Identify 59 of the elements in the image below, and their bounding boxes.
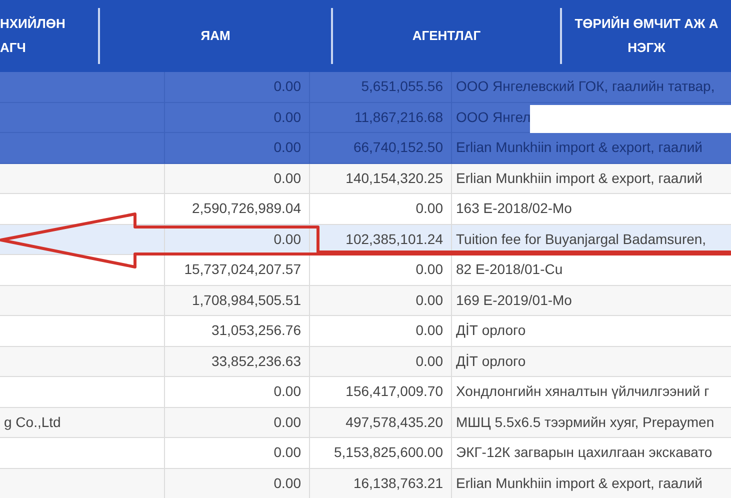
column-header: НЭГЖ <box>628 39 666 57</box>
table-cell-text: МШЦ 5.5x6.5 тээрмийн хуяг, Prepaymen <box>456 412 714 432</box>
table-row[interactable]: 2,590,726,989.04 0.00 163 E-2018/02-Mo <box>0 194 731 224</box>
table-cell-text: 169 E-2019/01-Mo <box>456 290 572 310</box>
table-cell-text: 31,053,256.76 <box>211 321 301 340</box>
table-cell-text: 2,590,726,989.04 <box>192 199 301 218</box>
table-cell-text: ООО Янгел <box>456 108 531 127</box>
table-cell-text: 0.00 <box>416 260 443 280</box>
column-header: АГЕНТЛАГ <box>412 27 481 45</box>
column-header: НХИЙЛӨН <box>0 15 66 33</box>
table-cell-text: 0.00 <box>274 108 301 127</box>
table-cell-text: 5,651,055.56 <box>361 77 443 96</box>
table-cell-text: 15,737,024,207.57 <box>184 260 301 280</box>
table-row[interactable]: 31,053,256.76 0.00 ДİТ орлого <box>0 316 731 346</box>
table-cell-text: 0.00 <box>416 321 443 340</box>
table-cell-text: 0.00 <box>416 199 443 218</box>
table-row[interactable]: 0.00 5,153,825,600.00 ЭКГ-12К загварын цахилгаан экскавато <box>0 438 731 468</box>
table-cell-text: Erlian Munkhiin import & export, гаалий <box>456 138 702 158</box>
table-cell-text: 102,385,101.24 <box>346 230 443 249</box>
table-cell-text: 497,578,435.20 <box>346 412 443 432</box>
table-cell-text: 82 E-2018/01-Cu <box>456 260 563 280</box>
table-cell-text: 1,708,984,505.51 <box>192 290 301 310</box>
table-cell-text: 0.00 <box>274 77 301 96</box>
table-cell-text: ЭКГ-12К загварын цахилгаан экскавато <box>456 443 712 462</box>
table-row[interactable]: 15,737,024,207.57 0.00 82 E-2018/01-Cu <box>0 255 731 286</box>
table-row[interactable]: 0.00 156,417,009.70 Хондлонгийн хяналтын үйлчилгээний г <box>0 377 731 408</box>
column-header: АГЧ <box>0 39 26 57</box>
table-cell-text: ООО Янгелевский ГОК, гаалийн татвар, <box>456 77 715 96</box>
column-header: ТӨРИЙН ӨМЧИТ АЖ А <box>574 15 718 33</box>
table-cell-text: 0.00 <box>274 412 301 432</box>
table-cell-text: 0.00 <box>416 290 443 310</box>
table-cell-text: 0.00 <box>274 230 301 249</box>
table-cell-text: 156,417,009.70 <box>346 382 443 402</box>
table-row[interactable]: 1,708,984,505.51 0.00 169 E-2019/01-Mo <box>0 286 731 316</box>
table-cell-text: 16,138,763.21 <box>353 474 443 493</box>
table-cell-text: Erlian Munkhiin import & export, гаалий <box>456 168 702 188</box>
table-cell-text: Erlian Munkhiin import & export, гаалий <box>456 474 702 493</box>
table-cell-text: 0.00 <box>274 474 301 493</box>
table-cell-text: 5,153,825,600.00 <box>334 443 443 462</box>
table-cell-text: 0.00 <box>274 138 301 158</box>
table-cell-text: Tuition fee for Buyanjargal Badamsuren, <box>456 230 706 249</box>
table-row[interactable]: g Co.,Ltd 0.00 497,578,435.20 МШЦ 5.5x6.5 тээрмийн хуяг, Prepaymen <box>0 408 731 438</box>
table-cell-text: 66,740,152.50 <box>353 138 443 158</box>
table-row[interactable]: 0.00 16,138,763.21 Erlian Munkhiin import & export, гаалий <box>0 468 731 498</box>
column-header: ЯАМ <box>200 27 230 45</box>
table-cell-text: 0.00 <box>274 443 301 462</box>
table-cell-text: 0.00 <box>274 168 301 188</box>
table-cell-text: ДİТ орлого <box>456 321 526 340</box>
table-cell-text: Хондлонгийн хяналтын үйлчилгээний г <box>456 382 710 402</box>
table-row[interactable]: 33,852,236.63 0.00 ДİТ орлого <box>0 346 731 377</box>
table-cell-text: 0.00 <box>274 382 301 402</box>
table-cell-text: 11,867,216.68 <box>354 108 443 127</box>
table-cell-text: ДİТ орлого <box>456 352 526 371</box>
table-cell-text: 163 E-2018/02-Mo <box>456 199 572 218</box>
table-cell-text: g Co.,Ltd <box>4 412 61 432</box>
table-cell-text: 0.00 <box>416 352 443 371</box>
table-cell-text: 33,852,236.63 <box>211 352 301 371</box>
table-cell-text: 140,154,320.25 <box>346 168 443 188</box>
table-row[interactable]: 0.00 140,154,320.25 Erlian Munkhiin import & export, гаалий <box>0 164 731 194</box>
